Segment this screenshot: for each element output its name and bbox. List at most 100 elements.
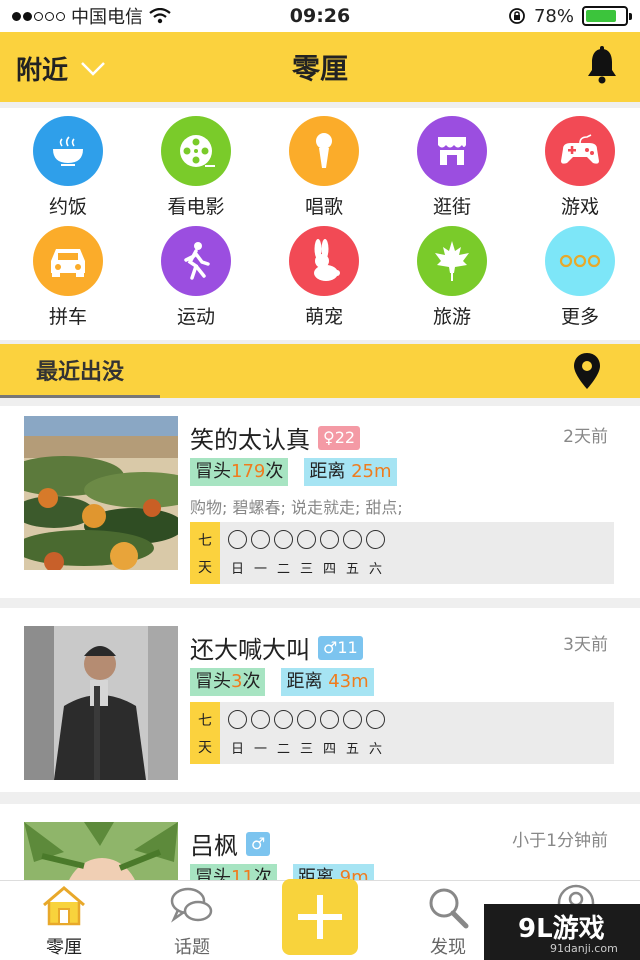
tab-topics[interactable]: 话题 <box>128 881 256 960</box>
section-title[interactable]: 最近出没 <box>0 344 160 398</box>
house-icon <box>43 886 85 926</box>
watermark-url: 91danji.com <box>550 942 618 955</box>
day-label: 六 <box>368 562 382 577</box>
watermark-brand: 9L游戏 <box>518 914 605 944</box>
user-name: 吕枫 <box>190 832 238 860</box>
user-card[interactable]: 吕枫 ♂ 小于1分钟前 冒头11次 距离 9m <box>0 804 640 880</box>
category-carpool[interactable]: 拼车 <box>4 226 132 329</box>
user-card[interactable]: 笑的太认真 ♀22 2天前 冒头179次 距离 25m 购物; 碧螺春; 说走就… <box>0 406 640 598</box>
day-label: 四 <box>322 742 336 757</box>
user-name: 笑的太认真 <box>190 426 310 454</box>
maple-leaf-icon <box>417 226 487 296</box>
rabbit-icon <box>289 226 359 296</box>
day-label: 四 <box>322 562 336 577</box>
appear-prefix: 冒头 <box>195 671 231 692</box>
signal-dots-icon <box>12 11 65 21</box>
user-name: 还大喊大叫 <box>190 636 310 664</box>
male-icon: ♂ <box>323 637 338 657</box>
day-circle <box>274 530 293 549</box>
distance-prefix: 距离 <box>309 461 346 482</box>
distance-value: 43m <box>328 671 369 692</box>
category-dining[interactable]: 约饭 <box>4 116 132 219</box>
day-circle <box>251 710 270 729</box>
category-shopping[interactable]: 逛街 <box>388 116 516 219</box>
location-label: 附近 <box>16 56 69 86</box>
category-label: 运动 <box>176 306 215 328</box>
magnifier-icon <box>429 888 469 929</box>
day-circle <box>320 530 339 549</box>
day-label: 二 <box>276 742 290 757</box>
category-label: 萌宠 <box>304 306 343 328</box>
category-more[interactable]: 更多 <box>516 226 640 329</box>
weekly-activity: 七天 日一二三四五六 <box>190 702 614 764</box>
day-label: 一 <box>253 742 267 757</box>
tab-home[interactable]: 零厘 <box>0 881 128 960</box>
day-circle <box>274 710 293 729</box>
week-side-top: 七 <box>198 532 212 549</box>
day-circle <box>297 710 316 729</box>
tab-label: 话题 <box>174 937 210 958</box>
day-circle <box>343 530 362 549</box>
carrier-label: 中国电信 <box>71 7 143 28</box>
appear-count-tag: 冒头3次 <box>190 668 266 696</box>
week-side-bottom: 天 <box>198 559 212 576</box>
category-travel[interactable]: 旅游 <box>388 226 516 329</box>
user-photo <box>24 626 178 780</box>
category-label: 逛街 <box>432 196 471 218</box>
seven-days-label: 七天 <box>190 702 220 764</box>
day-label: 日 <box>230 742 244 757</box>
recent-section-header: 最近出没 <box>0 344 640 398</box>
battery-icon <box>582 6 632 26</box>
gender-age-badge: ♂11 <box>318 635 363 660</box>
category-label: 看电影 <box>167 196 225 218</box>
gender-age-badge: ♂ <box>246 831 271 856</box>
create-button[interactable] <box>282 879 358 955</box>
female-icon: ♀ <box>323 427 335 447</box>
day-label: 六 <box>368 742 382 757</box>
week-side-top: 七 <box>198 712 212 729</box>
day-circle <box>320 710 339 729</box>
battery-percent: 78% <box>533 5 574 27</box>
gamepad-icon <box>545 116 615 186</box>
category-label: 游戏 <box>560 196 599 218</box>
distance-tag: 距离 9m <box>292 864 374 880</box>
category-pets[interactable]: 萌宠 <box>260 226 388 329</box>
category-label: 更多 <box>560 306 599 328</box>
user-card[interactable]: 还大喊大叫 ♂11 3天前 冒头3次 距离 43m 七天 日一二三四五六 <box>0 608 640 792</box>
day-label: 三 <box>299 742 313 757</box>
distance-tag: 距离 25m <box>304 458 397 486</box>
category-games[interactable]: 游戏 <box>516 116 640 219</box>
day-label: 日 <box>230 562 244 577</box>
location-pin-icon[interactable] <box>572 351 602 391</box>
appear-count-tag: 冒头179次 <box>190 458 289 486</box>
category-label: 唱歌 <box>304 196 343 218</box>
notification-bell-icon[interactable] <box>586 46 618 84</box>
category-label: 旅游 <box>432 306 471 328</box>
user-photo <box>24 416 178 570</box>
day-circle <box>228 530 247 549</box>
appear-suffix: 次 <box>242 671 261 692</box>
category-sports[interactable]: 运动 <box>132 226 260 329</box>
day-circle <box>343 710 362 729</box>
last-seen-time: 3天前 <box>563 635 608 655</box>
rotation-lock-icon <box>509 8 525 24</box>
category-singing[interactable]: 唱歌 <box>260 116 388 219</box>
category-grid: 约饭 看电影 唱歌 逛街 游戏 拼车 运动 萌宠 旅游 更多 <box>0 108 640 340</box>
day-circle <box>228 710 247 729</box>
wifi-icon <box>149 8 171 24</box>
interest-list: 购物; 碧螺春; 说走就走; 甜点; <box>190 498 403 517</box>
shop-icon <box>417 116 487 186</box>
category-movie[interactable]: 看电影 <box>132 116 260 219</box>
weekly-activity: 七天 日一二三四五六 <box>190 522 614 584</box>
location-selector[interactable]: 附近 <box>16 50 106 87</box>
week-side-bottom: 天 <box>198 739 212 756</box>
day-label: 五 <box>345 562 359 577</box>
status-bar: 中国电信 09:26 78% <box>0 0 640 32</box>
distance-tag: 距离 43m <box>281 668 374 696</box>
day-circle <box>366 710 385 729</box>
male-icon: ♂ <box>251 833 266 853</box>
day-circle <box>366 530 385 549</box>
distance-value: 25m <box>351 461 392 482</box>
appear-count-tag: 冒头11次 <box>190 864 277 880</box>
category-label: 拼车 <box>48 306 87 328</box>
